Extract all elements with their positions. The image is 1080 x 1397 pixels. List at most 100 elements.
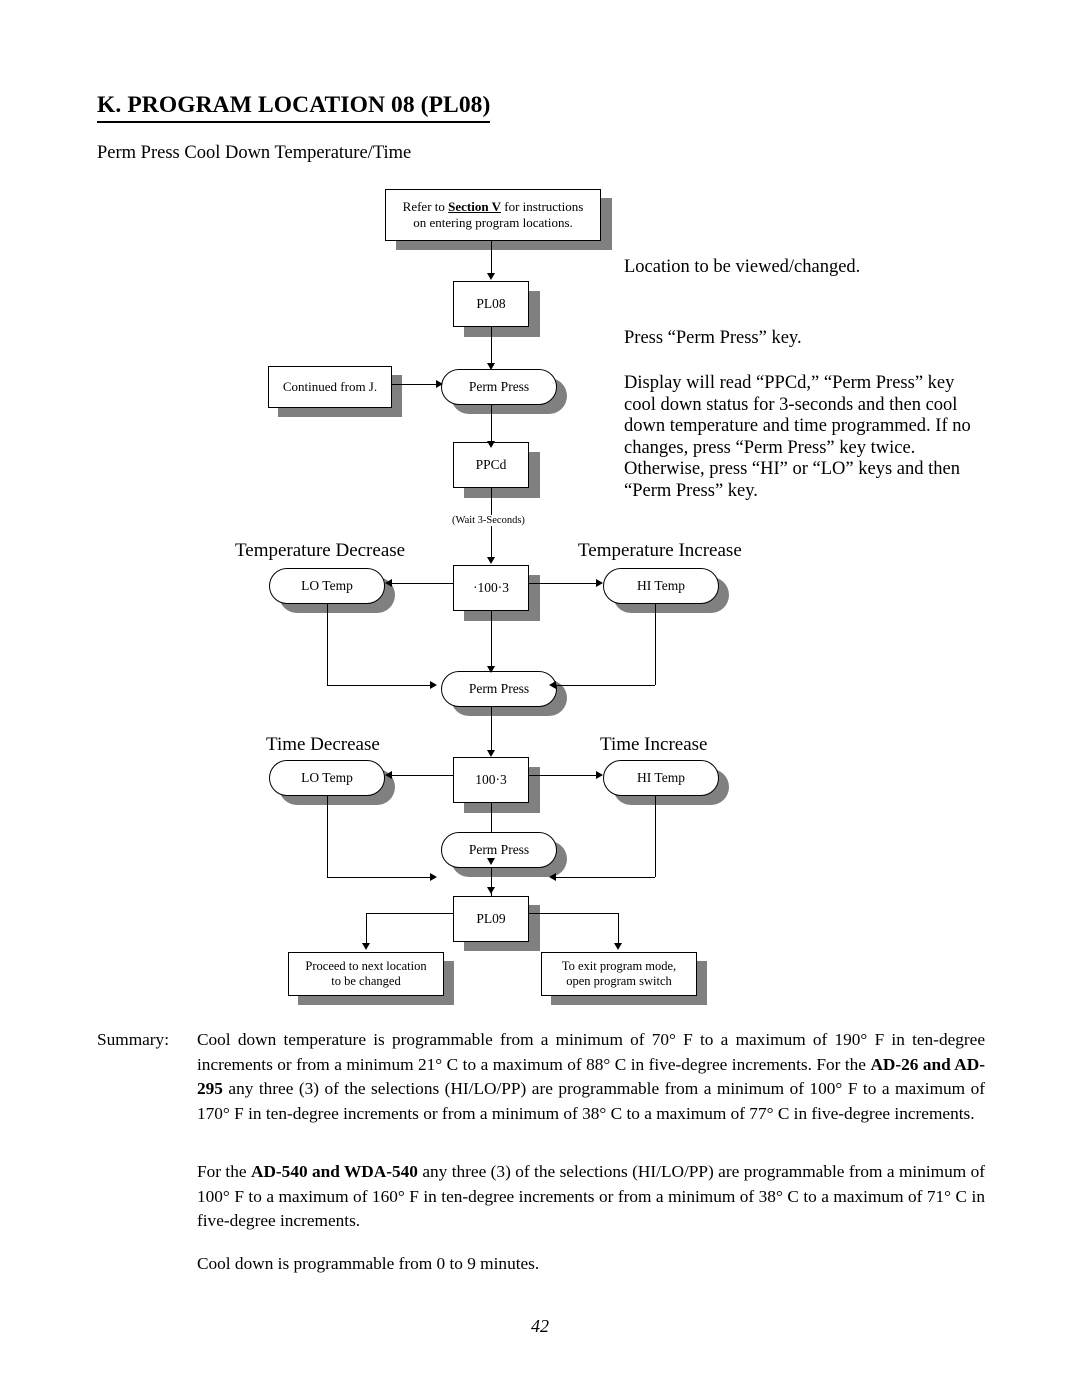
page-subtitle: Perm Press Cool Down Temperature/Time bbox=[97, 143, 412, 163]
side-note-location: Location to be viewed/changed. bbox=[624, 257, 861, 277]
arrowhead-hitemp2-to-permpress3 bbox=[549, 872, 556, 881]
continued-from-j-label: Continued from J. bbox=[282, 379, 378, 395]
summary-p2-models: AD-540 and WDA-540 bbox=[250, 1162, 418, 1181]
arrowhead-lotemp1-to-permpress2 bbox=[430, 680, 437, 689]
perm-press-3-node: Perm Press bbox=[441, 832, 557, 868]
connector-hitemp1-to-permpress2 bbox=[556, 685, 655, 686]
connector-hitemp1-down bbox=[655, 604, 656, 685]
arrowhead-time-to-lotemp2 bbox=[385, 770, 392, 779]
perm-press-1-node: Perm Press bbox=[441, 369, 557, 405]
arrowhead-time-to-hitemp2 bbox=[596, 770, 603, 779]
proceed-line2: to be changed bbox=[331, 974, 401, 988]
pl09-label: PL09 bbox=[476, 910, 506, 926]
connector-permpress3-to-pl09 bbox=[491, 868, 492, 899]
summary-label: Summary: bbox=[97, 1030, 170, 1049]
summary-paragraph-1: Cool down temperature is programmable fr… bbox=[197, 1028, 985, 1126]
temp-value-node: ·100·3 bbox=[453, 565, 529, 611]
pl08-node: PL08 bbox=[453, 281, 529, 327]
pl09-node: PL09 bbox=[453, 896, 529, 942]
connector-hitemp2-to-permpress3 bbox=[556, 877, 655, 878]
page-number: 42 bbox=[531, 1316, 549, 1336]
connector-hitemp2-down bbox=[655, 796, 656, 877]
hi-temp-2-label: HI Temp bbox=[637, 769, 685, 785]
summary-section: Summary: Cool down temperature is progra… bbox=[97, 1028, 985, 1126]
arrowhead-pl08-to-permpress1 bbox=[486, 363, 495, 370]
exit-line2: open program switch bbox=[566, 974, 672, 988]
lo-temp-1-label: LO Temp bbox=[301, 577, 353, 593]
connector-temp-to-lotemp1 bbox=[392, 583, 453, 584]
continued-from-j-box: Continued from J. bbox=[268, 366, 392, 408]
connector-lotemp1-down bbox=[327, 604, 328, 685]
perm-press-3-label: Perm Press bbox=[468, 841, 530, 857]
hi-temp-1-label: HI Temp bbox=[637, 577, 685, 593]
page-title: K. PROGRAM LOCATION 08 (PL08) bbox=[97, 92, 491, 123]
arrowhead-permpress3-to-pl09 bbox=[486, 887, 495, 894]
temperature-decrease-caption: Temperature Decrease bbox=[235, 540, 406, 561]
connector-permpress2-to-time bbox=[491, 707, 492, 752]
arrowhead-continued-to-permpress1 bbox=[436, 379, 443, 388]
hi-temp-1-node: HI Temp bbox=[603, 568, 719, 604]
time-increase-caption: Time Increase bbox=[600, 734, 708, 755]
arrowhead-time-to-permpress3 bbox=[486, 858, 495, 865]
lo-temp-2-node: LO Temp bbox=[269, 760, 385, 796]
perm-press-2-label: Perm Press bbox=[468, 680, 530, 696]
arrowhead-permpress2-to-time bbox=[486, 750, 495, 757]
refer-to-section-box: Refer to Section V for instructions on e… bbox=[385, 189, 601, 241]
refer-line2: on entering program locations. bbox=[413, 215, 573, 230]
connector-lotemp1-to-permpress2 bbox=[327, 685, 434, 686]
lo-temp-1-node: LO Temp bbox=[269, 568, 385, 604]
arrowhead-permpress1-to-ppcd bbox=[486, 441, 495, 448]
exit-line1: To exit program mode, bbox=[561, 958, 677, 973]
side-note-press-key: Press “Perm Press” key. bbox=[624, 328, 802, 348]
connector-pl09-right bbox=[529, 913, 619, 914]
perm-press-2-node: Perm Press bbox=[441, 671, 557, 707]
proceed-to-next-location-box: Proceed to next location to be changed bbox=[288, 952, 444, 996]
hi-temp-2-node: HI Temp bbox=[603, 760, 719, 796]
summary-p1-part-b: any three (3) of the selections (HI/LO/P… bbox=[197, 1079, 985, 1123]
connector-time-to-hitemp2 bbox=[529, 775, 596, 776]
connector-pl09-left-down bbox=[366, 913, 367, 945]
summary-p1-part-a: Cool down temperature is programmable fr… bbox=[197, 1030, 985, 1074]
arrowhead-temp-to-permpress2 bbox=[486, 666, 495, 673]
ppcd-node: PPCd bbox=[453, 442, 529, 488]
time-value-node: 100·3 bbox=[453, 757, 529, 803]
arrowhead-hitemp1-to-permpress2 bbox=[549, 680, 556, 689]
ppcd-label: PPCd bbox=[475, 456, 507, 472]
document-page: K. PROGRAM LOCATION 08 (PL08) Perm Press… bbox=[0, 0, 1080, 1397]
arrowhead-lotemp2-to-permpress3 bbox=[430, 872, 437, 881]
connector-lotemp2-to-permpress3 bbox=[327, 877, 434, 878]
connector-permpress1-to-ppcd bbox=[491, 405, 492, 443]
wait-3-seconds-note: (Wait 3-Seconds) bbox=[451, 515, 526, 526]
summary-paragraph-2: For the AD-540 and WDA-540 any three (3)… bbox=[197, 1160, 985, 1234]
summary-paragraph-3: Cool down is programmable from 0 to 9 mi… bbox=[197, 1254, 540, 1273]
time-decrease-caption: Time Decrease bbox=[266, 734, 380, 755]
connector-temp-to-hitemp1 bbox=[529, 583, 596, 584]
temperature-increase-caption: Temperature Increase bbox=[578, 540, 742, 561]
arrowhead-refer-to-pl08 bbox=[486, 273, 495, 280]
arrowhead-pl09-to-exit bbox=[613, 943, 622, 950]
connector-pl09-right-down bbox=[618, 913, 619, 945]
arrowhead-temp-to-hitemp1 bbox=[596, 578, 603, 587]
refer-line1-pre: Refer to bbox=[402, 199, 449, 215]
refer-line1-post: for instructions bbox=[501, 199, 584, 215]
pl08-label: PL08 bbox=[476, 295, 506, 311]
proceed-line1: Proceed to next location bbox=[305, 958, 427, 973]
summary-p2-part-a: For the bbox=[197, 1162, 251, 1181]
connector-lotemp2-down bbox=[327, 796, 328, 877]
connector-pl09-left bbox=[366, 913, 453, 914]
side-note-display-read: Display will read “PPCd,” “Perm Press” k… bbox=[624, 373, 971, 501]
connector-refer-to-pl08 bbox=[491, 241, 492, 274]
exit-program-mode-box: To exit program mode, open program switc… bbox=[541, 952, 697, 996]
section-v-reference: Section V bbox=[448, 199, 501, 215]
connector-temp-to-permpress2 bbox=[491, 611, 492, 668]
summary-first-row: Summary: Cool down temperature is progra… bbox=[97, 1028, 985, 1126]
time-value-label: 100·3 bbox=[475, 771, 507, 787]
temp-value-label: ·100·3 bbox=[473, 579, 509, 595]
connector-pl08-to-permpress1 bbox=[491, 327, 492, 364]
lo-temp-2-label: LO Temp bbox=[301, 769, 353, 785]
arrowhead-pl09-to-proceed bbox=[361, 943, 370, 950]
connector-continued-to-permpress1 bbox=[392, 384, 440, 385]
perm-press-1-label: Perm Press bbox=[468, 378, 530, 394]
connector-time-to-lotemp2 bbox=[392, 775, 453, 776]
arrowhead-temp-to-lotemp1 bbox=[385, 578, 392, 587]
